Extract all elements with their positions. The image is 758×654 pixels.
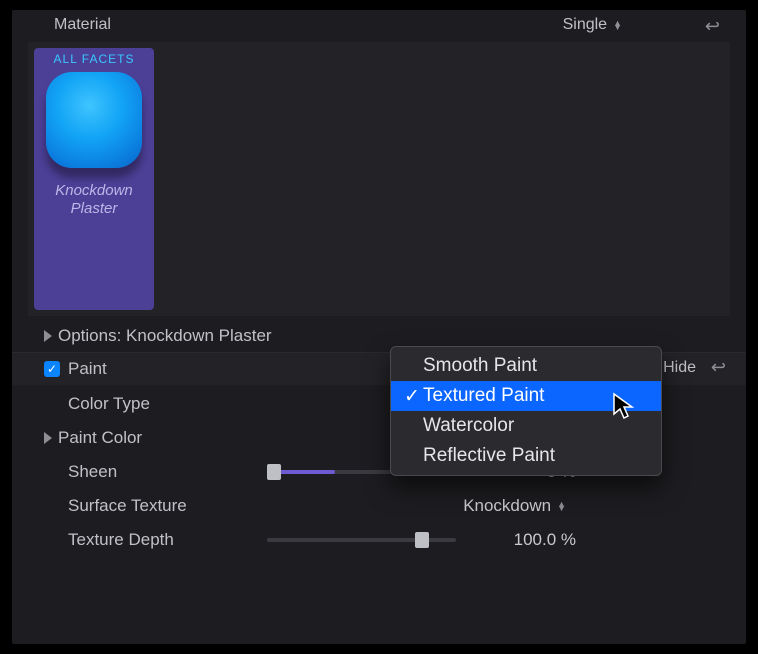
surface-texture-label: Surface Texture [68, 496, 268, 516]
material-preview-ball [46, 72, 142, 168]
menu-item-label: Reflective Paint [423, 445, 555, 467]
header-row: Material Single ▲▼ ↩ [12, 10, 746, 38]
texture-depth-slider[interactable] [267, 538, 456, 542]
reset-icon[interactable]: ↩ [705, 16, 720, 37]
surface-texture-popup[interactable]: Knockdown ▲▼ [463, 496, 566, 516]
menu-item-smooth-paint[interactable]: Smooth Paint [391, 351, 661, 381]
slider-thumb[interactable] [267, 464, 281, 480]
material-swatch-card[interactable]: ALL FACETS Knockdown Plaster [34, 48, 154, 310]
menu-item-label: Watercolor [423, 415, 514, 437]
texture-depth-row: Texture Depth 100.0 % [12, 523, 746, 557]
options-label: Options: Knockdown Plaster [58, 326, 726, 346]
material-mode-popup[interactable]: Single ▲▼ [563, 16, 622, 34]
menu-item-label: Smooth Paint [423, 355, 537, 377]
texture-depth-label: Texture Depth [68, 530, 267, 550]
slider-fill [267, 538, 415, 542]
chevron-updown-icon: ▲▼ [613, 21, 622, 29]
hide-button[interactable]: Hide [663, 359, 696, 377]
color-type-label: Color Type [68, 394, 268, 414]
swatch-tag: ALL FACETS [54, 52, 135, 66]
texture-depth-value[interactable]: 100.0 % [476, 530, 576, 550]
sheen-label: Sheen [68, 462, 267, 482]
slider-thumb[interactable] [415, 532, 429, 548]
paint-color-label: Paint Color [58, 428, 238, 448]
material-mode-value: Single [563, 16, 607, 34]
material-preview-area: ALL FACETS Knockdown Plaster [28, 42, 730, 316]
menu-item-label: Textured Paint [423, 385, 544, 407]
disclosure-triangle-icon[interactable] [44, 330, 52, 342]
checkmark-icon: ✓ [401, 385, 423, 408]
surface-texture-value: Knockdown [463, 496, 551, 516]
panel-title: Material [54, 16, 563, 34]
surface-texture-row: Surface Texture Knockdown ▲▼ [12, 489, 746, 523]
swatch-name: Knockdown Plaster [38, 182, 150, 218]
disclosure-triangle-icon[interactable] [44, 432, 52, 444]
menu-item-reflective-paint[interactable]: Reflective Paint [391, 441, 661, 471]
chevron-updown-icon: ▲▼ [557, 502, 566, 510]
paint-enabled-checkbox[interactable]: ✓ [44, 361, 60, 377]
reset-icon[interactable]: ↩ [711, 357, 726, 378]
cursor-icon [612, 392, 636, 420]
material-inspector-panel: Material Single ▲▼ ↩ ALL FACETS Knockdow… [12, 10, 746, 644]
